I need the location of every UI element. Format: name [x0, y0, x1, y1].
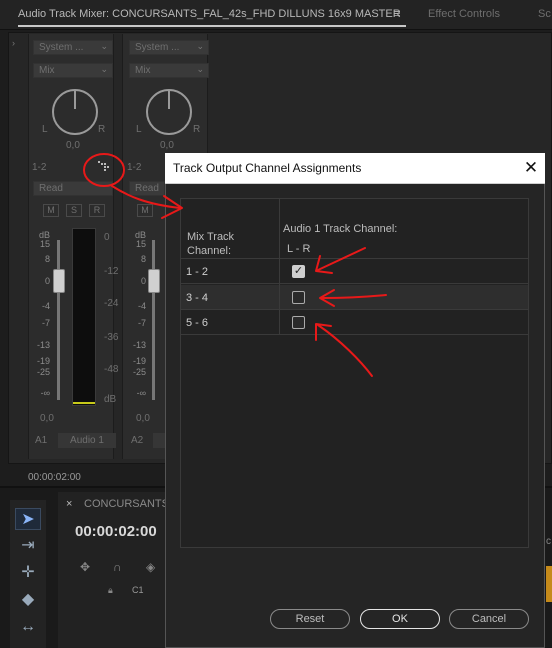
close-sequence-icon[interactable]: ×	[66, 498, 72, 510]
pan-value[interactable]: 0,0	[66, 140, 80, 151]
output-routing-icon[interactable]	[96, 160, 110, 173]
tab-audio-track-mixer[interactable]: Audio Track Mixer: CONCURSANTS_FAL_42s_F…	[18, 8, 401, 20]
pan-right-label: R	[193, 124, 201, 135]
track-name-label: Audio 1	[58, 433, 116, 448]
input-select-dropdown[interactable]: System ... ⌄	[129, 40, 209, 55]
meter-peak-indicator	[73, 402, 95, 404]
cancel-button[interactable]: Cancel	[449, 609, 529, 629]
mix-track-header-line2: Channel:	[187, 245, 232, 257]
pan-value[interactable]: 0,0	[160, 140, 174, 151]
mix-select-dropdown[interactable]: Mix ⌄	[129, 63, 209, 78]
track-channel-header: Audio 1 Track Channel:	[283, 223, 398, 235]
track-id-label: A2	[131, 435, 144, 446]
razor-tool-icon[interactable]: ◆	[15, 589, 41, 611]
automation-mode-dropdown[interactable]: Read	[33, 181, 113, 196]
tab-sequence[interactable]: CONCURSANTS	[84, 498, 169, 510]
channel-checkbox[interactable]	[292, 291, 305, 304]
mute-button[interactable]: M	[43, 204, 59, 217]
volume-value[interactable]: 0,0	[136, 413, 150, 424]
cut-off-label: c	[546, 536, 551, 547]
volume-fader-handle[interactable]	[53, 269, 65, 293]
pan-knob-indicator	[74, 91, 76, 109]
row-label: 3 - 4	[186, 292, 209, 304]
track-select-tool-icon[interactable]: ⇥	[15, 535, 41, 557]
routing-label: 1-2	[32, 162, 47, 173]
selection-tool-icon[interactable]: ➤	[15, 508, 41, 530]
row-label: 1 - 2	[186, 266, 209, 278]
tab-cut-off[interactable]: Sc	[538, 8, 551, 20]
dialog-title: Track Output Channel Assignments	[173, 161, 362, 175]
channel-checkbox[interactable]: ✓	[292, 265, 305, 278]
mixer-timecode: 00:00:02:00	[28, 472, 81, 483]
mute-button[interactable]: M	[137, 204, 153, 217]
mix-track-header-line1: Mix Track	[187, 231, 235, 243]
panel-menu-icon[interactable]: ≡	[394, 8, 400, 20]
channel-checkbox[interactable]	[292, 316, 305, 329]
reset-button[interactable]: Reset	[270, 609, 350, 629]
chevron-down-icon: ⌄	[196, 41, 204, 51]
chevron-down-icon: ⌄	[196, 64, 204, 74]
solo-button[interactable]: S	[66, 204, 82, 217]
mix-select-dropdown[interactable]: Mix ⌄	[33, 63, 113, 78]
input-select-dropdown[interactable]: System ... ⌄	[33, 40, 113, 55]
ok-button[interactable]: OK	[360, 609, 440, 629]
active-tab-underline	[18, 25, 406, 27]
chevron-down-icon: ⌄	[100, 64, 108, 74]
add-marker-icon[interactable]: ◈	[146, 560, 155, 574]
close-icon[interactable]: ✕	[520, 157, 542, 179]
sequence-timecode[interactable]: 00:00:02:00	[75, 523, 157, 540]
volume-value[interactable]: 0,0	[40, 413, 54, 424]
slip-tool-icon[interactable]: ↔	[15, 616, 41, 638]
routing-label: 1-2	[127, 162, 142, 173]
expand-chevron-icon[interactable]: ›	[12, 38, 15, 48]
pan-knob-indicator	[168, 91, 170, 109]
table-row	[181, 259, 528, 284]
tab-effect-controls[interactable]: Effect Controls	[428, 8, 500, 20]
column-divider	[279, 199, 280, 335]
row-label: 5 - 6	[186, 317, 209, 329]
track-label: C1	[132, 585, 144, 595]
table-row	[181, 310, 528, 335]
lr-header: L - R	[287, 243, 311, 255]
channel-assignment-grid	[180, 198, 529, 548]
pan-right-label: R	[98, 124, 106, 135]
snap-icon[interactable]: ✥	[80, 560, 90, 574]
track-id-label: A1	[35, 435, 48, 446]
record-button[interactable]: R	[89, 204, 105, 217]
pan-left-label: L	[42, 124, 48, 135]
chevron-down-icon: ⌄	[100, 41, 108, 51]
volume-fader-track[interactable]	[152, 240, 155, 400]
volume-fader-track[interactable]	[57, 240, 60, 400]
linked-selection-icon[interactable]: ∩	[113, 560, 122, 574]
ripple-edit-tool-icon[interactable]: ✛	[15, 562, 41, 584]
timeline-clip[interactable]	[546, 566, 552, 602]
automation-mode-dropdown[interactable]: Read	[129, 181, 165, 196]
lock-icon[interactable]: 🔒︎	[108, 585, 113, 596]
pan-left-label: L	[136, 124, 142, 135]
volume-fader-handle[interactable]	[148, 269, 160, 293]
track-name-label	[153, 433, 165, 448]
table-row	[181, 285, 528, 310]
level-meter	[72, 228, 96, 406]
